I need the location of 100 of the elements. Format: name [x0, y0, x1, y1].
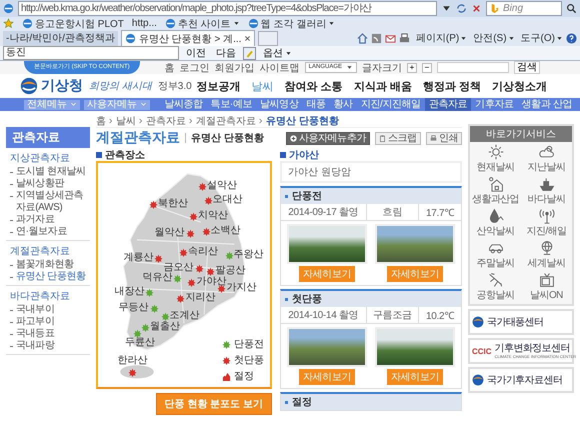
place-label[interactable]: 북한산	[158, 199, 188, 210]
close-icon[interactable]	[244, 35, 252, 42]
place-label[interactable]: 오대산	[212, 195, 243, 206]
search-icon[interactable]	[566, 3, 577, 14]
nav-link[interactable]: 정보공개	[196, 78, 241, 94]
options-button[interactable]: 옵션	[260, 46, 295, 60]
place-label[interactable]: 계룡산	[123, 253, 154, 264]
help-icon[interactable]	[566, 32, 577, 44]
quick-link[interactable]: 지진/해일	[521, 208, 572, 238]
place-label[interactable]: 속리산	[188, 247, 218, 258]
print-icon[interactable]	[398, 32, 410, 44]
nav-link[interactable]: 행정과 정책	[422, 78, 481, 94]
menu-item[interactable]: 황사	[330, 98, 357, 111]
utility-link[interactable]: 회원가입	[214, 60, 255, 74]
quick-link[interactable]: 공항날씨	[470, 272, 521, 302]
star-icon[interactable]	[3, 18, 14, 29]
place-label[interactable]: 덕유산	[142, 273, 172, 284]
find-field[interactable]: 동진	[3, 46, 179, 60]
quick-link[interactable]: 현재날씨	[470, 144, 521, 174]
maple-leaf-icon[interactable]	[148, 200, 158, 210]
tool-button[interactable]: 사용자메뉴추가	[286, 132, 370, 144]
find-button[interactable]: 다음	[213, 46, 239, 60]
menu-item[interactable]: 생활과 산업	[518, 98, 576, 111]
place-label[interactable]: 무등산	[118, 303, 149, 314]
sidebar-item[interactable]: 파고부이	[16, 316, 54, 328]
sidebar-item[interactable]: 과거자료	[16, 214, 54, 226]
menu-item[interactable]: 지진/지진해일	[356, 98, 425, 111]
tool-button[interactable]: 인쇄	[426, 132, 462, 144]
breadcrumb-link[interactable]: 날씨	[116, 114, 136, 128]
place-label[interactable]: 주왕산	[234, 250, 264, 260]
nav-link[interactable]: 기상청소개	[492, 78, 547, 94]
favorite-link[interactable]: 응고운항시험 PLOT	[22, 16, 124, 30]
command-menu[interactable]: 안전(S)	[473, 31, 515, 45]
menu-item[interactable]: 날씨종합	[160, 98, 207, 111]
sidebar-group[interactable]: 계절관측자료	[6, 243, 90, 259]
quick-link[interactable]: 세계날씨	[521, 240, 572, 270]
sidebar-item[interactable]: 날씨상황판	[16, 178, 64, 190]
sidebar-item[interactable]: 봄꽃개화현황	[16, 259, 74, 271]
sidebar-item[interactable]: 국내부이	[16, 304, 54, 316]
place-label[interactable]: 치악산	[198, 211, 228, 222]
menu-item[interactable]: 관측자료	[424, 98, 472, 111]
nav-link[interactable]: 지식과 배움	[354, 78, 412, 94]
home-icon[interactable]	[356, 32, 368, 44]
place-label[interactable]: 소백산	[210, 226, 241, 236]
place-label[interactable]: 내장산	[114, 286, 144, 297]
breadcrumb-link[interactable]: 홈	[96, 114, 106, 128]
browser-tab[interactable]: -나라/박민아/관측정책과	[3, 30, 118, 46]
place-label[interactable]: 월악산	[154, 228, 184, 238]
breadcrumb-link[interactable]: 계절관측자료	[196, 114, 256, 128]
nav-link[interactable]: 참여와 소통	[284, 78, 343, 94]
search-button[interactable]: 검색	[514, 61, 540, 74]
quick-link[interactable]: 주말날씨	[470, 240, 521, 270]
utility-link[interactable]: 홈	[164, 60, 175, 74]
sidebar-group[interactable]: 바다관측자료	[6, 288, 90, 304]
sidebar-item[interactable]: 국내등표	[16, 328, 54, 340]
tool-button[interactable]: 스크랩	[374, 132, 421, 144]
font-size-button[interactable]: −	[422, 62, 432, 72]
sidebar-item[interactable]: 연·월보자료	[16, 226, 67, 238]
place-label[interactable]: 팔공산	[215, 266, 246, 276]
center-banner[interactable]: 국가기후자료센터	[468, 367, 574, 393]
find-button[interactable]: 이전	[183, 46, 209, 60]
search-field[interactable]: Bing	[486, 1, 562, 16]
browser-tab[interactable]: 유명산 단풍현황 > 계...	[120, 30, 256, 46]
place-label[interactable]: 금오산	[164, 263, 194, 274]
place-label[interactable]: 한라산	[118, 356, 148, 366]
command-menu[interactable]: 페이지(P)	[416, 31, 468, 45]
breadcrumb-link[interactable]: 유명산 단풍현황	[266, 114, 339, 128]
favorite-link[interactable]: 웹 조각 갤러리	[248, 16, 336, 30]
quick-link[interactable]: 지난날씨	[521, 144, 572, 174]
site-logo-text[interactable]: 기상청	[41, 77, 83, 95]
favorite-link[interactable]: http...	[132, 18, 157, 29]
menu-item[interactable]: 특보·예보	[206, 98, 256, 111]
new-tab-button[interactable]	[258, 30, 278, 46]
quick-link[interactable]: 바다날씨	[521, 176, 572, 206]
place-label[interactable]: 설악산	[207, 181, 238, 192]
quick-link[interactable]: 산악날씨	[470, 208, 521, 238]
menu-item[interactable]: 기후자료	[471, 98, 518, 111]
sidebar-group[interactable]: 지상관측자료	[6, 150, 90, 166]
mail-icon[interactable]	[384, 32, 396, 44]
sidebar-item[interactable]: 국내파랑	[16, 340, 54, 352]
sidebar-item[interactable]: 유명산 단풍현황	[16, 271, 86, 283]
refresh-icon[interactable]	[456, 3, 467, 14]
close-icon[interactable]	[471, 3, 482, 14]
menu-item[interactable]: 태풍	[302, 98, 330, 111]
utility-link[interactable]: 로그인	[180, 60, 210, 74]
place-label[interactable]: 두륜산	[125, 338, 156, 348]
breadcrumb-link[interactable]: 관측자료	[146, 114, 186, 128]
sidebar-item[interactable]: 지역별상세관측자료(AWS)	[16, 190, 88, 214]
highlight-icon[interactable]	[243, 46, 256, 60]
command-menu[interactable]: 도구(O)	[520, 31, 563, 45]
maple-leaf-icon[interactable]	[217, 284, 226, 294]
quick-link[interactable]: 생활과산업	[470, 176, 521, 206]
sidebar-item[interactable]: 도시별 현재날씨	[16, 166, 86, 178]
center-banner[interactable]: 국가태풍센터	[468, 309, 574, 335]
place-label[interactable]: 조계산	[170, 310, 200, 321]
place-label[interactable]: 가지산	[226, 283, 256, 294]
quick-link[interactable]: 날씨ON	[521, 272, 572, 302]
font-size-button[interactable]: +	[407, 62, 417, 72]
menu-item[interactable]: 날씨영상	[256, 98, 302, 111]
utility-link[interactable]: 사이트맵	[260, 60, 300, 74]
